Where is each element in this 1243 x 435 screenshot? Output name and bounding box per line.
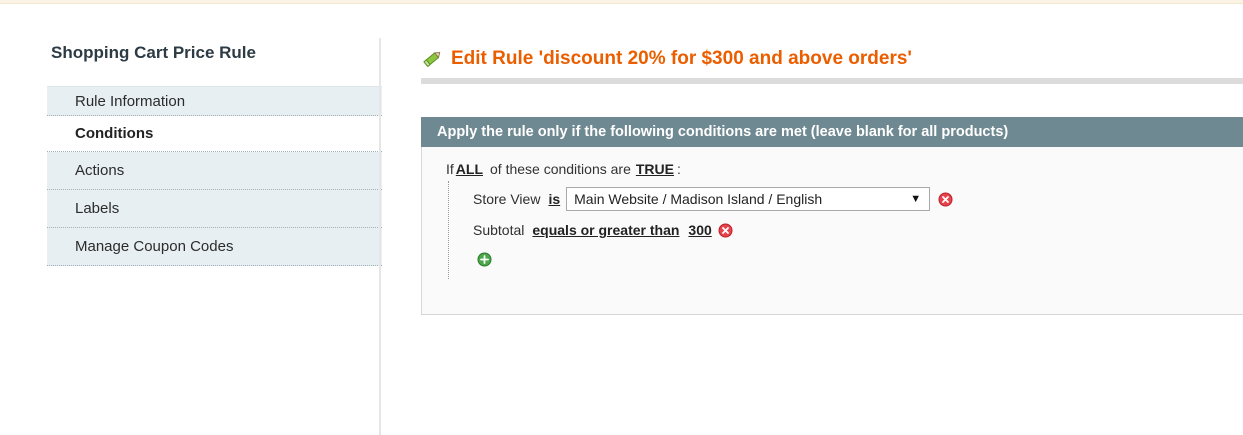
tab-label: Rule Information [75, 92, 186, 110]
condition-attribute: Subtotal [473, 222, 525, 238]
aggregator-link[interactable]: ALL [456, 161, 483, 177]
conditions-fieldset: Apply the rule only if the following con… [421, 117, 1243, 315]
condition-suffix: : [677, 161, 681, 177]
title-divider [421, 78, 1243, 84]
page-title: Edit Rule 'discount 20% for $300 and abo… [451, 48, 912, 69]
sidebar-divider [379, 38, 381, 435]
remove-condition-icon[interactable] [938, 192, 953, 207]
conditions-box: If ALL of these conditions are TRUE : St… [421, 147, 1243, 315]
pencil-icon [421, 48, 443, 70]
remove-condition-icon[interactable] [718, 223, 733, 238]
condition-row-subtotal: Subtotal equals or greater than 300 [473, 215, 1243, 245]
page-header: Edit Rule 'discount 20% for $300 and abo… [421, 40, 1243, 78]
tab-label: Actions [75, 162, 125, 179]
sidebar: Shopping Cart Price Rule Rule Informatio… [47, 40, 382, 266]
condition-middle-text: of these conditions are [490, 161, 631, 177]
value-link[interactable]: TRUE [636, 161, 674, 177]
condition-operator-link[interactable]: equals or greater than [532, 222, 679, 238]
condition-value-link[interactable]: 300 [688, 222, 711, 238]
tab-conditions[interactable]: Conditions [47, 116, 382, 152]
condition-prefix: If [446, 161, 454, 177]
condition-row-store-view: Store View is Main Website / Madison Isl… [473, 183, 1243, 215]
condition-operator-link[interactable]: is [548, 191, 560, 207]
conditions-legend: Apply the rule only if the following con… [421, 117, 1243, 147]
sidebar-tabs: Rule Information Conditions Actions Labe… [47, 86, 382, 266]
store-view-select[interactable]: Main Website / Madison Island / English … [566, 187, 931, 211]
main-content: Edit Rule 'discount 20% for $300 and abo… [421, 40, 1243, 315]
tab-label: Conditions [75, 125, 154, 142]
add-condition-row [473, 245, 1243, 273]
tab-rule-information[interactable]: Rule Information [47, 86, 382, 116]
tab-actions[interactable]: Actions [47, 152, 382, 190]
dropdown-arrow-icon: ▼ [910, 193, 922, 205]
conditions-list: Store View is Main Website / Madison Isl… [448, 181, 1243, 279]
condition-attribute: Store View [473, 191, 541, 207]
top-rule-line [0, 3, 1243, 4]
select-value: Main Website / Madison Island / English [574, 191, 823, 207]
tab-label: Manage Coupon Codes [75, 238, 234, 255]
tab-labels[interactable]: Labels [47, 190, 382, 228]
tab-manage-coupon-codes[interactable]: Manage Coupon Codes [47, 228, 382, 266]
sidebar-title: Shopping Cart Price Rule [51, 43, 256, 62]
tab-label: Labels [75, 200, 120, 217]
condition-header: If ALL of these conditions are TRUE : [446, 161, 1243, 177]
add-condition-icon[interactable] [477, 252, 492, 267]
